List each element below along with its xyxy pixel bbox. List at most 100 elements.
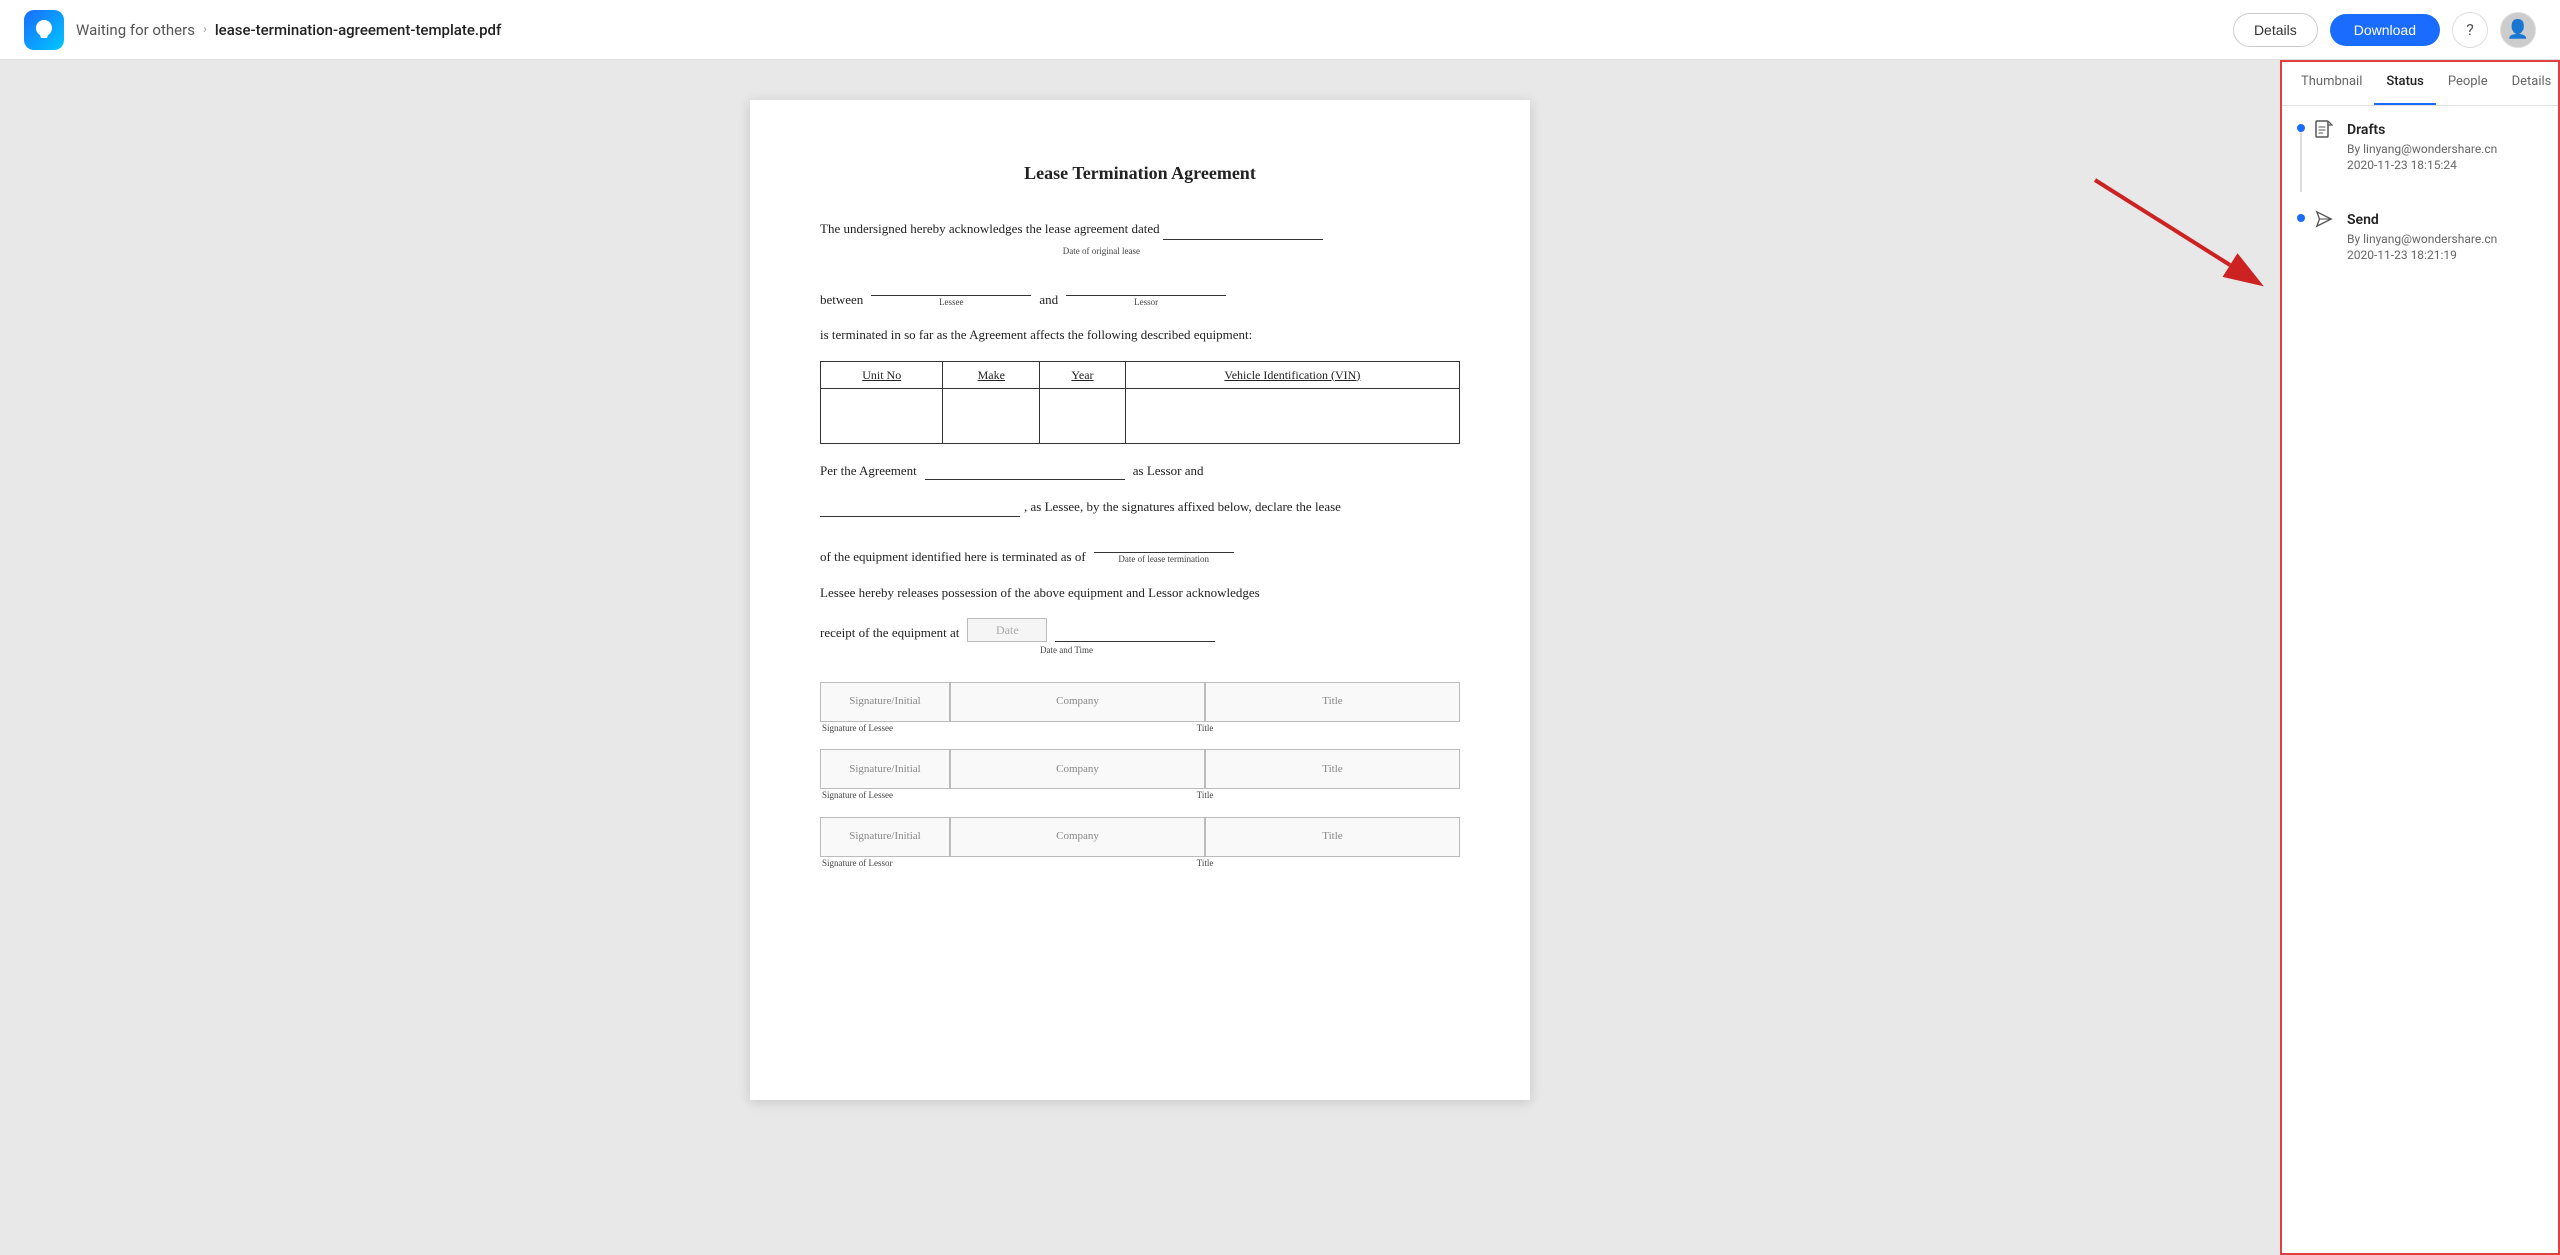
sig-company-1: Company [950,682,1205,722]
between-row: between Lessee and Lessor [820,275,1460,309]
as-lessee-text: , as Lessee, by the signatures affixed b… [1024,497,1341,517]
pdf-para4: , as Lessee, by the signatures affixed b… [820,496,1460,517]
lessee-field: Lessee [871,275,1031,309]
termination-date-field: Date of lease termination [1094,533,1234,567]
status-dot-line-send [2297,212,2305,222]
sig-title-label-3: Title [950,857,1460,871]
status-title-send: Send [2347,212,2544,228]
para3-row: Per the Agreement as Lessor and [820,460,1460,481]
lessor-label: Lessor [1134,296,1158,310]
table-header-vin: Vehicle Identification (VIN) [1125,361,1459,388]
sig-title-label-2: Title [950,789,1460,803]
document-icon [2315,120,2333,145]
signature-section: Signature/Initial Company Title Signatur… [820,682,1460,871]
sig-lessee-label-2: Signature of Lessee [820,789,950,803]
date-box-field: Date [967,618,1047,642]
terminated-as-of-text: of the equipment identified here is term… [820,547,1086,567]
sig-right-1: Company Title [950,682,1460,722]
date-time-label: Date and Time [1040,644,1460,658]
sig-labels-3: Signature of Lessor Title [820,857,1460,871]
para5-row: of the equipment identified here is term… [820,533,1460,567]
pdf-para2: is terminated in so far as the Agreement… [820,325,1460,345]
topbar-actions: Details Download ? 👤 [2233,12,2536,48]
tab-details[interactable]: Details [2500,60,2560,105]
status-item-send: Send By linyang@wondershare.cn 2020-11-2… [2297,212,2544,262]
tab-thumbnail[interactable]: Thumbnail [2289,60,2374,105]
breadcrumb-waiting[interactable]: Waiting for others [76,21,195,39]
sig-title-2: Title [1205,749,1460,789]
sig-title-3: Title [1205,817,1460,857]
receipt-text: receipt of the equipment at [820,623,959,643]
para4-row: , as Lessee, by the signatures affixed b… [820,496,1460,517]
pdf-title: Lease Termination Agreement [820,160,1460,187]
receipt-row: receipt of the equipment at Date [820,618,1460,642]
tab-people[interactable]: People [2436,60,2500,105]
and-text: and [1039,290,1058,310]
status-by-send: By linyang@wondershare.cn [2347,232,2544,246]
table-header-unitno: Unit No [821,361,943,388]
panel-tabs: Thumbnail Status People Details [2281,60,2560,106]
table-cell-make [943,388,1040,443]
topbar: Waiting for others › lease-termination-a… [0,0,2560,60]
chevron-icon: › [203,22,207,37]
table-header-year: Year [1040,361,1126,388]
para1-text: The undersigned hereby acknowledges the … [820,221,1160,236]
sig-lessor-label: Signature of Lessor [820,857,950,871]
sig-row-2: Signature/Initial Company Title [820,749,1460,789]
breadcrumb: Waiting for others › lease-termination-a… [76,21,2221,39]
sig-title-1: Title [1205,682,1460,722]
sig-lessee-label-1: Signature of Lessee [820,722,950,736]
sig-initial-1: Signature/Initial [820,682,950,722]
date-original-label: Date of original lease [820,245,1140,259]
date-box: Date [967,618,1047,642]
panel-content: Drafts By linyang@wondershare.cn 2020-11… [2281,106,2560,1255]
pdf-para3: Per the Agreement as Lessor and [820,460,1460,481]
pdf-para5: of the equipment identified here is term… [820,533,1460,567]
lessor-field: Lessor [1066,275,1226,309]
pdf-viewer[interactable]: Lease Termination Agreement The undersig… [0,60,2280,1255]
status-dot-line-drafts [2297,122,2305,192]
sig-company-3: Company [950,817,1205,857]
main-container: Lease Termination Agreement The undersig… [0,60,2560,1255]
pdf-para7: receipt of the equipment at Date Date an… [820,618,1460,658]
tab-status[interactable]: Status [2374,60,2435,105]
sig-row-1: Signature/Initial Company Title [820,682,1460,722]
download-button[interactable]: Download [2330,14,2440,46]
status-by-drafts: By linyang@wondershare.cn [2347,142,2544,156]
table-header-make: Make [943,361,1040,388]
sig-row-3: Signature/Initial Company Title [820,817,1460,857]
breadcrumb-filename: lease-termination-agreement-template.pdf [215,21,501,39]
help-button[interactable]: ? [2452,12,2488,48]
sig-right-2: Company Title [950,749,1460,789]
pdf-page: Lease Termination Agreement The undersig… [750,100,1530,1100]
equipment-table: Unit No Make Year Vehicle Identification… [820,361,1460,444]
send-icon [2315,210,2333,232]
termination-date-label: Date of lease termination [1118,553,1209,567]
status-time-drafts: 2020-11-23 18:15:24 [2347,158,2544,172]
per-agreement-text: Per the Agreement [820,461,917,481]
sig-company-2: Company [950,749,1205,789]
lessee-label: Lessee [939,296,964,310]
table-cell-unitno [821,388,943,443]
table-cell-vin [1125,388,1459,443]
between-text: between [820,290,863,310]
sig-right-3: Company Title [950,817,1460,857]
pdf-para6: Lessee hereby releases possession of the… [820,583,1460,603]
date-original-field [1163,219,1323,240]
pdf-para1: The undersigned hereby acknowledges the … [820,219,1460,259]
sig-labels-1: Signature of Lessee Title [820,722,1460,736]
sig-initial-3: Signature/Initial [820,817,950,857]
status-time-send: 2020-11-23 18:21:19 [2347,248,2544,262]
right-panel: Thumbnail Status People Details [2280,60,2560,1255]
user-avatar[interactable]: 👤 [2500,12,2536,48]
details-button[interactable]: Details [2233,13,2318,47]
as-lessor-text: as Lessor and [1133,461,1204,481]
table-row [821,388,1460,443]
pdf-between: between Lessee and Lessor [820,275,1460,309]
status-info-drafts: Drafts By linyang@wondershare.cn 2020-11… [2347,122,2544,172]
table-cell-year [1040,388,1126,443]
status-line-drafts [2300,132,2302,192]
app-logo [24,10,64,50]
status-dot-send [2297,214,2305,222]
sig-title-label-1: Title [950,722,1460,736]
